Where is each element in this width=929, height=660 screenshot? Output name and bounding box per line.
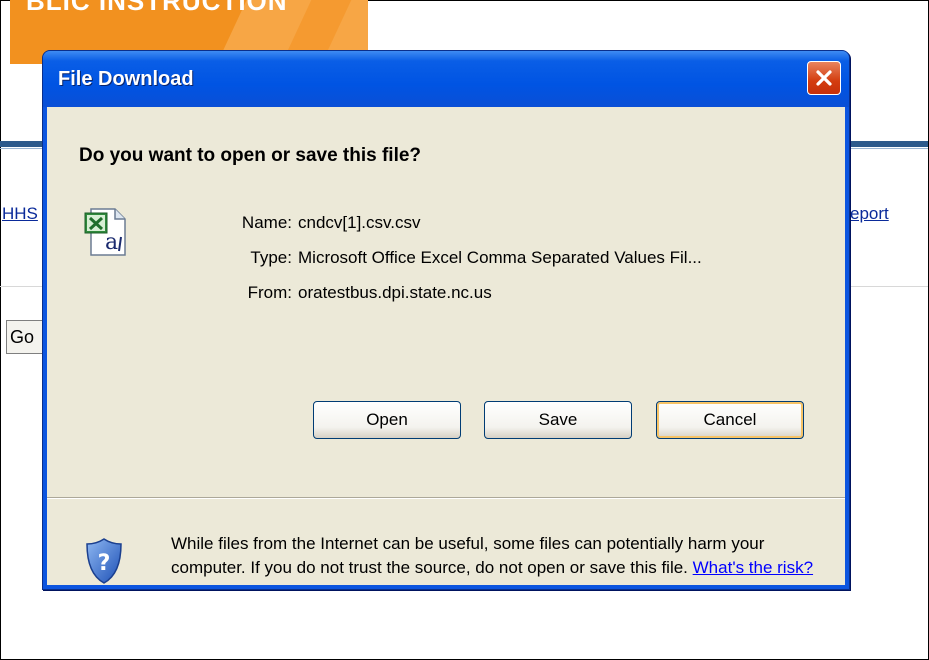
save-button[interactable]: Save — [484, 401, 632, 439]
name-value: cndcv[1].csv.csv — [298, 213, 421, 232]
close-icon — [816, 70, 832, 86]
type-label: Type: — [250, 248, 292, 267]
file-name-row: Name: cndcv[1].csv.csv — [212, 205, 702, 240]
type-value: Microsoft Office Excel Comma Separated V… — [298, 248, 702, 267]
warning-text: While files from the Internet can be use… — [171, 534, 765, 577]
dialog-body: Do you want to open or save this file? a… — [47, 107, 845, 585]
file-type-row: Type: Microsoft Office Excel Comma Separa… — [212, 240, 702, 275]
dialog-titlebar[interactable]: File Download — [43, 51, 849, 107]
dialog-separator-highlight — [47, 498, 845, 499]
whats-the-risk-link[interactable]: What's the risk? — [693, 558, 813, 577]
from-label: From: — [247, 283, 292, 302]
name-label: Name: — [241, 213, 292, 232]
security-shield-icon: ? — [86, 538, 122, 584]
security-warning: While files from the Internet can be use… — [171, 532, 831, 580]
file-from-row: From: oratestbus.dpi.state.nc.us — [212, 275, 702, 310]
svg-text:a: a — [105, 230, 118, 255]
file-info: Name: cndcv[1].csv.csv Type: Microsoft Off… — [212, 205, 702, 310]
cancel-button[interactable]: Cancel — [656, 401, 804, 439]
dialog-question: Do you want to open or save this file? — [79, 145, 422, 166]
from-value: oratestbus.dpi.state.nc.us — [298, 283, 492, 302]
dialog-title: File Download — [58, 68, 194, 90]
nav-link-right[interactable]: eport — [850, 204, 889, 224]
file-download-dialog: File Download Do you want to open or sav… — [42, 50, 850, 590]
nav-link-left[interactable]: HHS — [2, 204, 38, 224]
go-button[interactable]: Go — [6, 320, 44, 354]
banner-text: BLIC INSTRUCTION — [26, 0, 288, 16]
open-button[interactable]: Open — [313, 401, 461, 439]
svg-text:?: ? — [98, 551, 111, 576]
excel-csv-file-icon: a — [84, 208, 126, 256]
close-button[interactable] — [807, 61, 841, 95]
